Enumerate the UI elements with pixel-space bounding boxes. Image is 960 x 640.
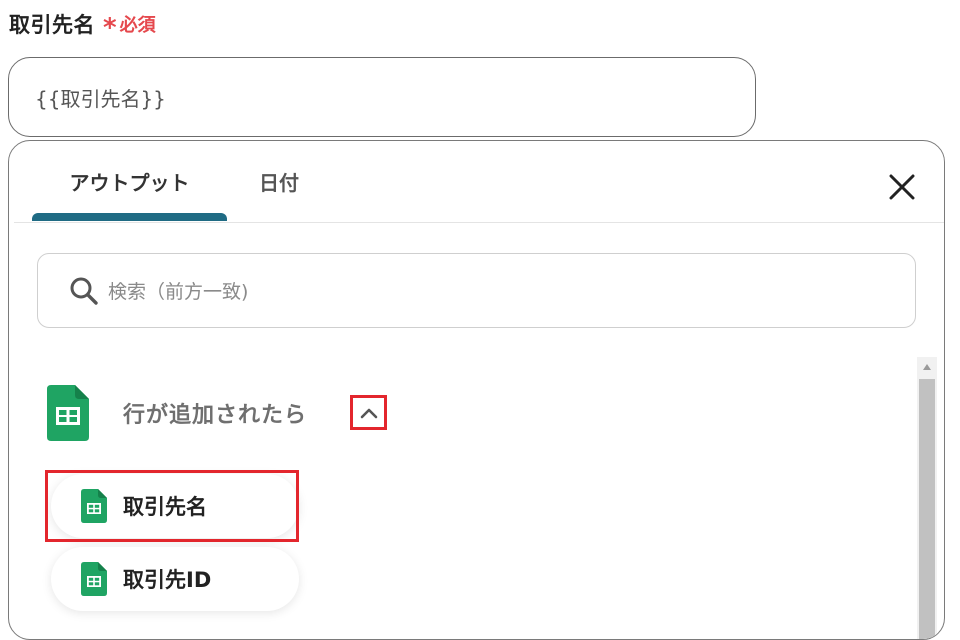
chevron-up-icon	[360, 408, 377, 418]
tab-bar: アウトプット 日付	[14, 141, 944, 223]
field-label-row: 取引先名 * 必須	[9, 8, 156, 43]
close-icon[interactable]	[886, 171, 918, 203]
scrollbar[interactable]	[917, 357, 937, 639]
tab-date[interactable]: 日付	[239, 141, 319, 221]
tab-date-label: 日付	[259, 170, 299, 195]
scroll-up-button[interactable]	[917, 357, 937, 377]
client-name-input-value: {{取引先名}}	[35, 86, 166, 111]
collapse-group-button[interactable]	[350, 395, 387, 430]
output-item-label: 取引先ID	[123, 568, 212, 592]
tab-output[interactable]: アウトプット	[32, 141, 227, 221]
output-item-label: 取引先名	[123, 495, 207, 519]
required-asterisk: *	[103, 13, 117, 43]
group-title: 行が追加されたら	[123, 403, 308, 428]
output-item-client-name[interactable]: 取引先名	[51, 474, 299, 538]
client-name-input[interactable]: {{取引先名}}	[8, 57, 756, 137]
google-sheets-icon	[81, 489, 107, 523]
field-label: 取引先名	[9, 13, 95, 37]
search-input[interactable]: 検索（前方一致)	[37, 253, 916, 328]
google-sheets-icon	[81, 562, 107, 596]
triangle-up-icon	[923, 364, 931, 370]
scroll-thumb[interactable]	[919, 379, 935, 639]
group-header: 行が追加されたら	[47, 385, 307, 441]
active-tab-indicator	[32, 213, 227, 221]
output-picker-panel: アウトプット 日付 検索（前方一致) 行が追加されたら 取引先名 取引先ID	[8, 140, 945, 640]
search-icon	[70, 277, 98, 305]
output-item-client-id[interactable]: 取引先ID	[51, 547, 299, 611]
required-text: 必須	[119, 15, 156, 36]
search-placeholder: 検索（前方一致)	[108, 281, 249, 303]
google-sheets-icon	[47, 385, 89, 441]
tab-output-label: アウトプット	[69, 170, 190, 195]
